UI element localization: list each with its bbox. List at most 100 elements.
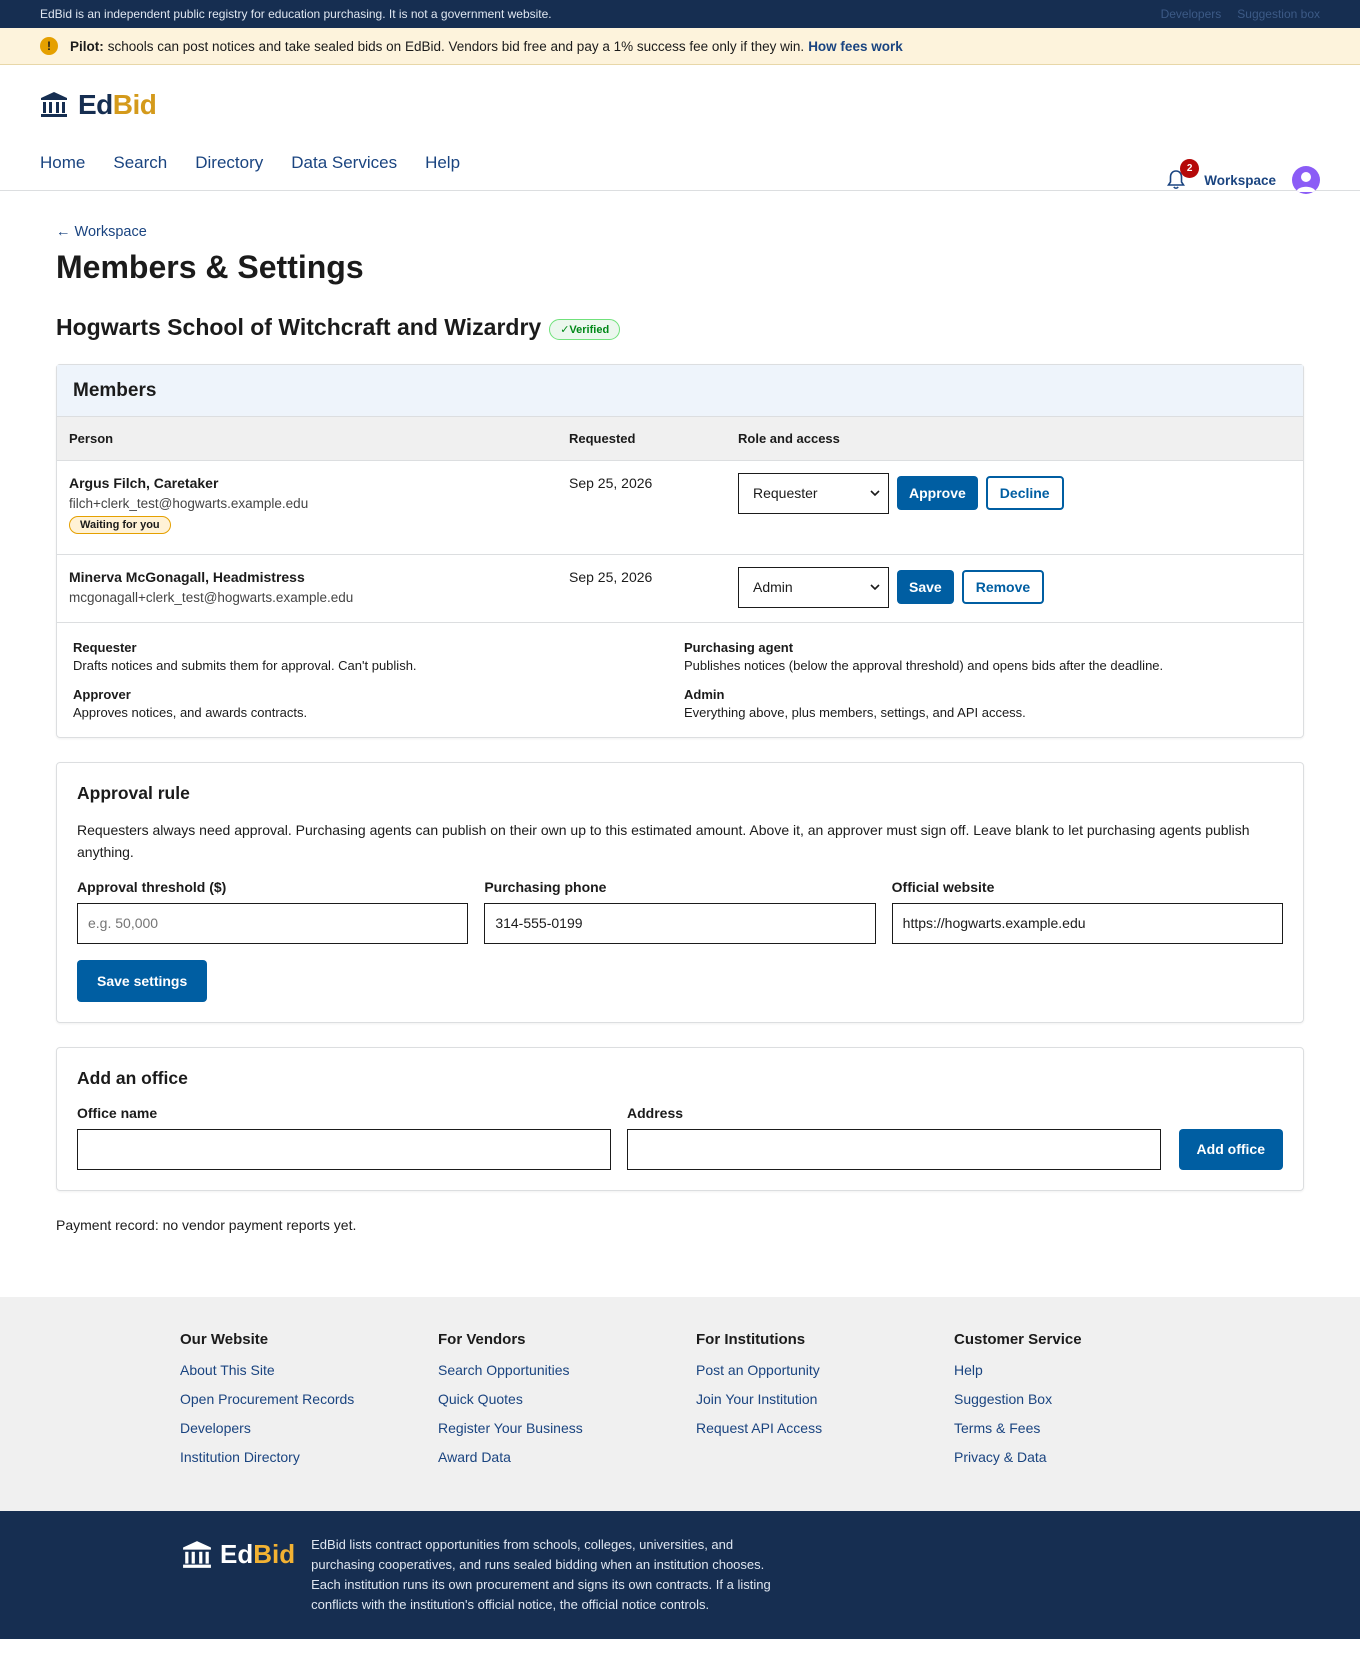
waiting-badge: Waiting for you: [69, 515, 171, 534]
website-field-group: Official website https://hogwarts.exampl…: [891, 878, 1283, 944]
add-office-button[interactable]: Add office: [1178, 1128, 1283, 1170]
institution-header: Hogwarts School of Witchcraft and Wizard…: [56, 314, 1304, 341]
institution-building-icon: [41, 92, 67, 117]
legend-title: Approver: [73, 686, 131, 702]
footer-link-developers[interactable]: Developers: [180, 1420, 438, 1436]
role-select[interactable]: Requester: [738, 472, 889, 514]
remove-member-button[interactable]: Remove: [961, 570, 1045, 604]
nav-search[interactable]: Search: [113, 153, 167, 173]
institution-building-icon: [183, 1540, 211, 1568]
banner-text: schools can post notices and take sealed…: [107, 38, 805, 54]
utility-links: Developers Suggestion box: [1161, 7, 1320, 21]
user-icon: [1296, 172, 1316, 192]
role-select-value: Requester: [753, 485, 818, 501]
workspace-link[interactable]: Workspace: [1204, 173, 1276, 188]
person-cell: Argus Filch, Caretaker filch+clerk_test@…: [57, 459, 557, 554]
footer-column-our-website: Our Website About This Site Open Procure…: [180, 1331, 438, 1479]
header-actions: 2 Workspace: [1164, 159, 1320, 194]
banner-label: Pilot:: [70, 38, 104, 54]
avatar[interactable]: [1292, 166, 1320, 194]
footer-link-suggestion-box[interactable]: Suggestion Box: [954, 1391, 1212, 1407]
save-settings-button[interactable]: Save settings: [77, 959, 208, 1002]
footer-link-about[interactable]: About This Site: [180, 1362, 438, 1378]
site-logo[interactable]: EdBid: [40, 89, 157, 121]
site-header: EdBid 2 Workspace Home Search Directory …: [0, 65, 1360, 194]
legend-title: Requester: [73, 639, 137, 655]
verified-badge: ✓Verified: [549, 318, 621, 340]
footer-link-award-data[interactable]: Award Data: [438, 1449, 696, 1465]
footer-link-join-institution[interactable]: Join Your Institution: [696, 1391, 954, 1407]
legend-desc: Publishes notices (below the approval th…: [684, 657, 1164, 673]
payment-record-text: Payment record: no vendor payment report…: [56, 1216, 357, 1233]
legend-item-purchasing-agent: Purchasing agent Publishes notices (belo…: [684, 640, 1287, 673]
how-fees-work-link[interactable]: How fees work: [808, 39, 903, 54]
roles-legend: Requester Drafts notices and submits the…: [57, 621, 1303, 737]
footer-link-directory[interactable]: Institution Directory: [180, 1449, 438, 1465]
nav-data-services[interactable]: Data Services: [291, 153, 397, 173]
address-label: Address: [627, 1104, 684, 1121]
role-cell: Admin Save Remove: [726, 553, 1303, 622]
decline-button[interactable]: Decline: [985, 476, 1064, 510]
official-website-input[interactable]: https://hogwarts.example.edu: [891, 902, 1283, 944]
address-input[interactable]: [627, 1128, 1161, 1170]
notifications-button[interactable]: 2: [1164, 159, 1200, 192]
column-header-person: Person: [57, 417, 557, 460]
footer-link-search-opportunities[interactable]: Search Opportunities: [438, 1362, 696, 1378]
footer-link-privacy-data[interactable]: Privacy & Data: [954, 1449, 1212, 1465]
office-name-group: Office name: [77, 1105, 611, 1170]
footer-logo-ed-text: Ed: [220, 1539, 254, 1569]
role-cell: Requester Approve Decline: [726, 459, 1303, 554]
settings-fields: Approval threshold ($) e.g. 50,000 Purch…: [77, 879, 1283, 944]
developers-link[interactable]: Developers: [1161, 7, 1222, 21]
footer-column-for-institutions: For Institutions Post an Opportunity Joi…: [696, 1331, 954, 1479]
member-name: Minerva McGonagall, Headmistress: [69, 568, 305, 585]
back-to-workspace-link[interactable]: ← Workspace: [56, 224, 147, 240]
threshold-field-group: Approval threshold ($) e.g. 50,000: [77, 878, 469, 944]
requested-date: Sep 25, 2026: [557, 459, 726, 554]
members-card-header: Members: [57, 365, 1303, 417]
website-label: Official website: [891, 878, 995, 895]
address-group: Address: [627, 1105, 1161, 1170]
disclaimer-text: EdBid is an independent public registry …: [40, 7, 552, 21]
save-member-button[interactable]: Save: [897, 570, 954, 604]
institution-name: Hogwarts School of Witchcraft and Wizard…: [56, 314, 542, 340]
notification-count-badge: 2: [1180, 159, 1200, 178]
add-office-card: Add an office Office name Address Add of…: [56, 1046, 1304, 1191]
footer-column-heading: For Vendors: [438, 1330, 526, 1348]
legend-item-approver: Approver Approves notices, and awards co…: [73, 687, 684, 720]
table-header-row: Person Requested Role and access: [57, 417, 1303, 460]
nav-home[interactable]: Home: [40, 153, 85, 173]
nav-help[interactable]: Help: [425, 153, 460, 173]
footer-column-heading: Our Website: [180, 1330, 269, 1348]
role-select[interactable]: Admin: [738, 566, 889, 608]
column-header-role: Role and access: [726, 417, 1303, 460]
phone-label: Purchasing phone: [484, 878, 607, 895]
threshold-label: Approval threshold ($): [77, 878, 227, 895]
footer-link-request-api[interactable]: Request API Access: [696, 1420, 954, 1436]
suggestion-box-link[interactable]: Suggestion box: [1237, 7, 1320, 21]
footer-link-quick-quotes[interactable]: Quick Quotes: [438, 1391, 696, 1407]
office-name-input[interactable]: [77, 1128, 611, 1170]
chevron-down-icon: [870, 584, 880, 590]
page-title: Members & Settings: [56, 249, 364, 285]
requested-date: Sep 25, 2026: [557, 553, 726, 622]
footer-link-register-business[interactable]: Register Your Business: [438, 1420, 696, 1436]
footer-link-post-opportunity[interactable]: Post an Opportunity: [696, 1362, 954, 1378]
footer-column-heading: Customer Service: [954, 1330, 1082, 1348]
footer-logo[interactable]: EdBid: [182, 1535, 295, 1575]
legend-title: Admin: [684, 686, 725, 702]
footer-link-terms-fees[interactable]: Terms & Fees: [954, 1420, 1212, 1436]
approve-button[interactable]: Approve: [897, 476, 978, 510]
nav-directory[interactable]: Directory: [195, 153, 263, 173]
legend-desc: Everything above, plus members, settings…: [684, 704, 1026, 720]
footer-about-text: EdBid lists contract opportunities from …: [311, 1536, 771, 1612]
person-cell: Minerva McGonagall, Headmistress mcgonag…: [57, 553, 557, 622]
footer-link-help[interactable]: Help: [954, 1362, 1212, 1378]
role-select-value: Admin: [753, 579, 793, 595]
members-card: Members Person Requested Role and access…: [56, 364, 1304, 738]
chevron-down-icon: [870, 490, 880, 496]
approval-threshold-input[interactable]: e.g. 50,000: [77, 902, 469, 944]
footer-link-open-records[interactable]: Open Procurement Records: [180, 1391, 438, 1407]
purchasing-phone-input[interactable]: 314-555-0199: [484, 902, 876, 944]
warning-icon: !: [40, 37, 58, 55]
